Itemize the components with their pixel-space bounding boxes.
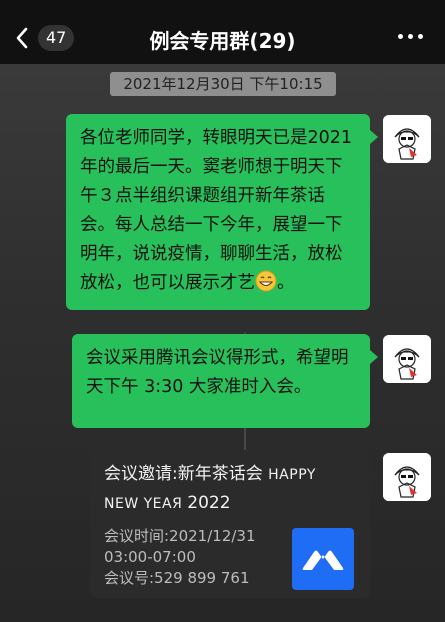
user-avatar-icon: [383, 335, 431, 383]
user-avatar-icon: [383, 453, 431, 501]
meeting-title: 会议邀请:新年茶话会 HAPPY NEW YEAЯ 2022: [104, 464, 316, 513]
meeting-id: 会议号:529 899 761: [104, 569, 250, 587]
chat-title: 例会专用群(29): [149, 29, 296, 53]
message-bubble[interactable]: 各位老师同学，转眼明天已是2021年的最后一天。窦老师想于明天下午３点半组织课题…: [66, 114, 378, 310]
chat-area[interactable]: 2021年12月30日 下午10:15 各位老师同学，转眼明天已是2021年的最…: [0, 64, 445, 622]
meeting-time-label: 会议时间:2021/12/31: [104, 527, 256, 545]
tencent-meeting-icon: [292, 528, 354, 590]
meeting-time-range: 03:00-07:00: [104, 548, 196, 566]
chat-header: 47 例会专用群(29): [0, 0, 445, 64]
grinning-face-icon: [255, 270, 277, 292]
more-button[interactable]: [395, 26, 425, 46]
message-timestamp: 2021年12月30日 下午10:15: [110, 72, 336, 96]
message-bubble[interactable]: 会议采用腾讯会议得形式，希望明天下午 3:30 大家准时入会。: [72, 334, 378, 428]
avatar[interactable]: [383, 115, 431, 163]
message-punctuation: 。: [277, 273, 295, 293]
avatar[interactable]: [383, 453, 431, 501]
meeting-invite-card[interactable]: 会议邀请:新年茶话会 HAPPY NEW YEAЯ 2022 会议时间:2021…: [90, 450, 378, 598]
user-avatar-icon: [383, 115, 431, 163]
message-text: 各位老师同学，转眼明天已是2021年的最后一天。窦老师想于明天下午３点半组织课题…: [80, 128, 353, 293]
avatar[interactable]: [383, 335, 431, 383]
message-text: 会议采用腾讯会议得形式，希望明天下午 3:30 大家准时入会。: [86, 348, 349, 397]
more-dots-icon: [397, 33, 403, 39]
meeting-details: 会议时间:2021/12/31 03:00-07:00 会议号:529 899 …: [104, 526, 256, 589]
